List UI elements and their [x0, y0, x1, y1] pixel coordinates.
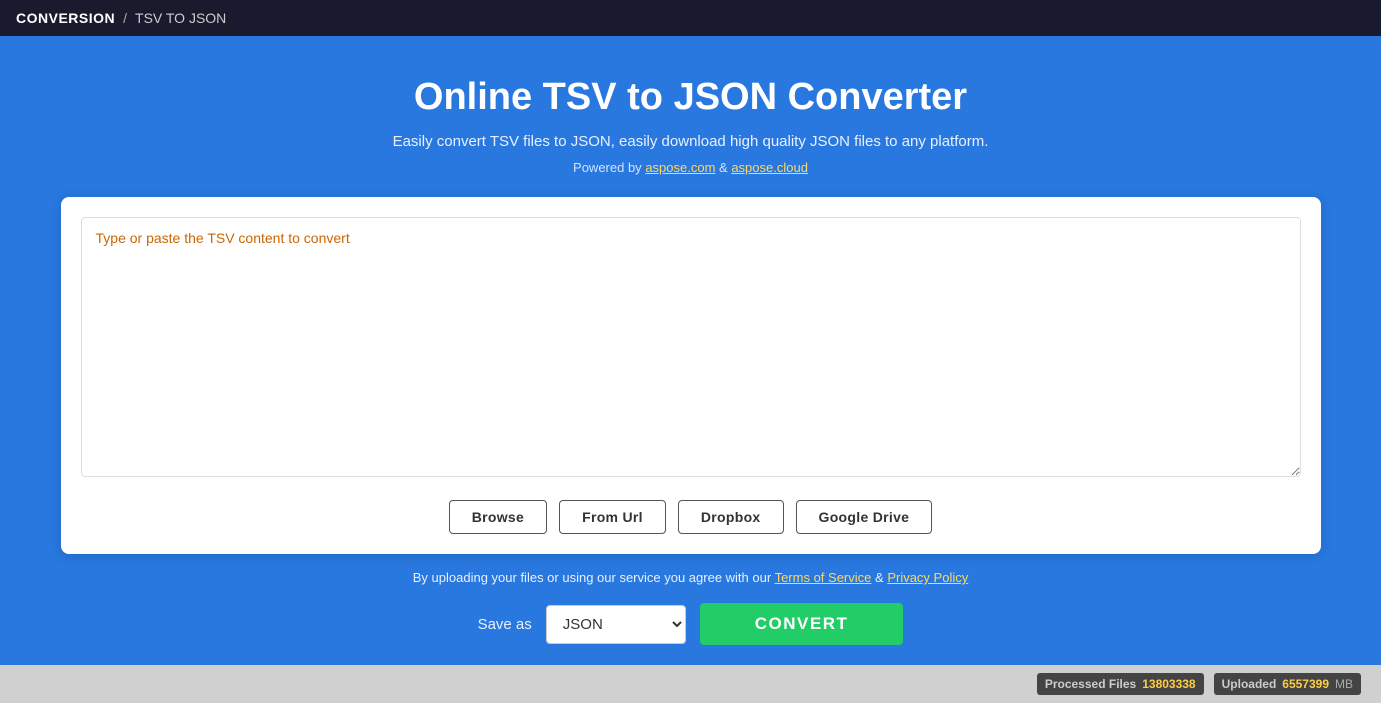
uploaded-badge: Uploaded 6557399 MB: [1214, 673, 1361, 695]
terms-prefix: By uploading your files or using our ser…: [413, 570, 771, 585]
aspose-com-link[interactable]: aspose.com: [645, 160, 715, 175]
breadcrumb-conversion[interactable]: CONVERSION: [16, 10, 115, 26]
converter-card: Browse From Url Dropbox Google Drive: [61, 197, 1321, 554]
tsv-input[interactable]: [81, 217, 1301, 477]
powered-by: Powered by aspose.com & aspose.cloud: [573, 160, 808, 175]
from-url-button[interactable]: From Url: [559, 500, 666, 534]
uploaded-value: 6557399: [1282, 677, 1329, 691]
processed-files-badge: Processed Files 13803338: [1037, 673, 1204, 695]
terms-row: By uploading your files or using our ser…: [413, 570, 968, 585]
footer-bar: Processed Files 13803338 Uploaded 655739…: [0, 665, 1381, 703]
save-as-row: Save as JSON CSV XML XLSX CONVERT: [478, 603, 904, 645]
upload-buttons-row: Browse From Url Dropbox Google Drive: [81, 500, 1301, 534]
privacy-link[interactable]: Privacy Policy: [887, 570, 968, 585]
format-select[interactable]: JSON CSV XML XLSX: [546, 605, 686, 644]
convert-button[interactable]: CONVERT: [700, 603, 904, 645]
page-subtitle: Easily convert TSV files to JSON, easily…: [393, 133, 989, 150]
save-as-label: Save as: [478, 616, 532, 633]
main-content: Online TSV to JSON Converter Easily conv…: [0, 36, 1381, 665]
browse-button[interactable]: Browse: [449, 500, 547, 534]
breadcrumb-separator: /: [123, 10, 127, 26]
breadcrumb-current-page: TSV TO JSON: [135, 10, 226, 26]
tos-link[interactable]: Terms of Service: [775, 570, 872, 585]
uploaded-unit: MB: [1335, 677, 1353, 691]
terms-amp: &: [875, 570, 884, 585]
processed-label: Processed Files: [1045, 677, 1136, 691]
uploaded-label: Uploaded: [1222, 677, 1277, 691]
google-drive-button[interactable]: Google Drive: [796, 500, 933, 534]
processed-value: 13803338: [1142, 677, 1195, 691]
page-title: Online TSV to JSON Converter: [414, 76, 967, 119]
powered-by-amp: &: [719, 160, 728, 175]
aspose-cloud-link[interactable]: aspose.cloud: [731, 160, 808, 175]
powered-by-prefix: Powered by: [573, 160, 642, 175]
dropbox-button[interactable]: Dropbox: [678, 500, 784, 534]
topbar: CONVERSION / TSV TO JSON: [0, 0, 1381, 36]
